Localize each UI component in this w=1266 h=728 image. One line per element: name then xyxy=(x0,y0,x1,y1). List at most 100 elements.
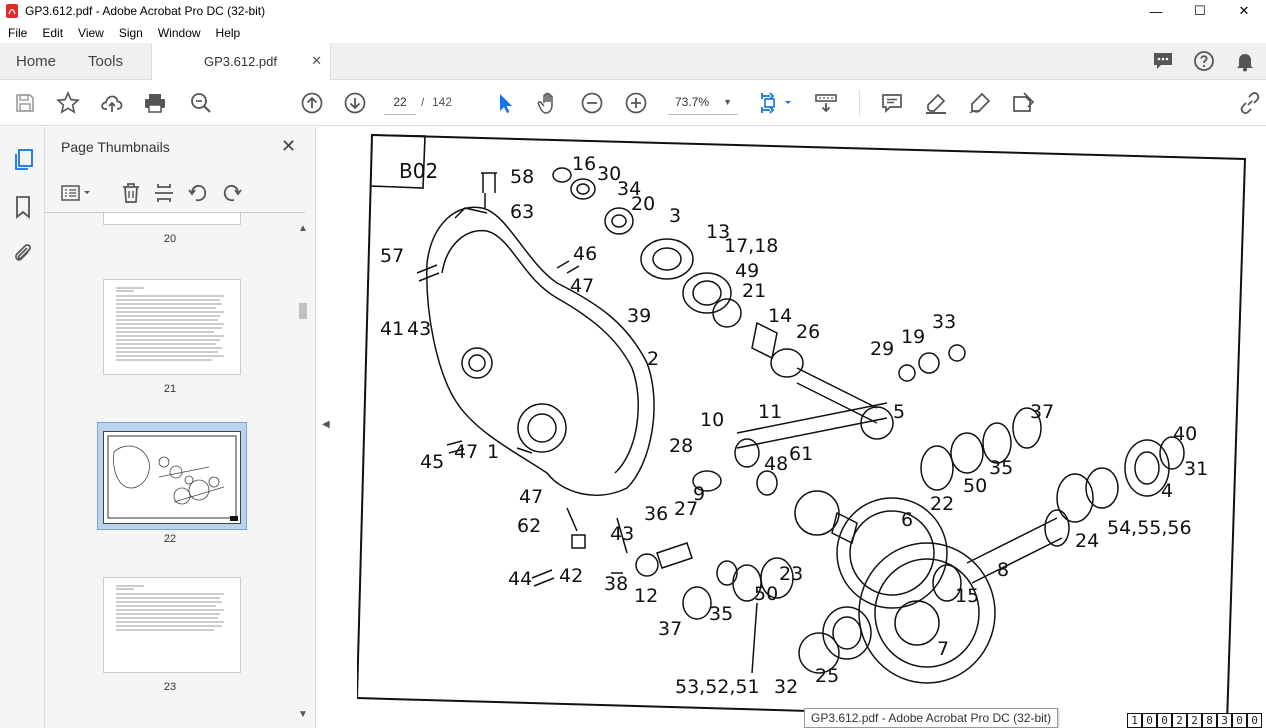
close-icon[interactable]: ✕ xyxy=(281,136,296,157)
zoom-out-icon[interactable] xyxy=(580,91,604,115)
panel-collapse-handle[interactable]: ◀ xyxy=(315,127,337,728)
highlight-icon[interactable] xyxy=(924,91,948,115)
callout-2: 2 xyxy=(647,348,660,370)
callout-62: 62 xyxy=(517,515,542,537)
callout-12: 12 xyxy=(634,585,659,607)
scroll-mode-icon[interactable] xyxy=(814,91,838,115)
upload-icon[interactable] xyxy=(100,91,124,115)
hand-icon[interactable] xyxy=(536,91,560,115)
page-number-input[interactable]: 22 xyxy=(384,90,416,115)
tab-tools[interactable]: Tools xyxy=(88,53,123,70)
callout-11: 11 xyxy=(758,401,783,423)
bell-icon[interactable] xyxy=(1234,50,1256,72)
callout-8: 8 xyxy=(997,559,1010,581)
callout-43b: 43 xyxy=(610,523,635,545)
bookmark-icon[interactable] xyxy=(10,194,36,220)
arrow-up-icon[interactable] xyxy=(300,91,324,115)
zoom-in-icon[interactable] xyxy=(624,91,648,115)
callout-28: 28 xyxy=(669,435,694,457)
star-icon[interactable] xyxy=(56,91,80,115)
save-icon[interactable] xyxy=(13,91,37,115)
print-icon[interactable] xyxy=(143,91,167,115)
pages-icon[interactable] xyxy=(10,147,36,173)
minimize-icon[interactable]: — xyxy=(1134,0,1178,22)
thumbnail-label: 22 xyxy=(163,533,177,545)
window-title: GP3.612.pdf - Adobe Acrobat Pro DC (32-b… xyxy=(25,4,266,18)
callout-41: 41 xyxy=(380,318,405,340)
callout-33: 33 xyxy=(932,311,957,333)
tab-document[interactable]: GP3.612.pdf ✕ xyxy=(151,43,331,81)
callout-31: 31 xyxy=(1184,458,1209,480)
callout-40: 40 xyxy=(1173,423,1198,445)
thumbnail-label: 23 xyxy=(163,681,177,693)
callout-24: 24 xyxy=(1075,530,1100,552)
thumbnail-scrollbar[interactable]: ▲ ▼ xyxy=(295,213,311,728)
menu-sign[interactable]: Sign xyxy=(111,26,150,40)
menu-help[interactable]: Help xyxy=(208,26,248,40)
thumbnail-page-23[interactable] xyxy=(103,577,241,673)
scroll-up-icon[interactable]: ▲ xyxy=(298,223,308,234)
pdf-app-icon xyxy=(5,4,19,18)
tab-home[interactable]: Home xyxy=(16,53,56,70)
callout-47: 47 xyxy=(570,275,595,297)
close-icon[interactable]: ✕ xyxy=(1222,0,1266,22)
comment-icon[interactable] xyxy=(880,91,904,115)
callout-5: 5 xyxy=(893,401,906,423)
scroll-down-icon[interactable]: ▼ xyxy=(298,709,308,720)
fill-sign-icon[interactable] xyxy=(1011,91,1035,115)
menu-window[interactable]: Window xyxy=(150,26,208,40)
callout-44: 44 xyxy=(508,568,533,590)
callout-54-55-56: 54,55,56 xyxy=(1107,517,1192,539)
sign-icon[interactable] xyxy=(968,91,992,115)
main-toolbar: 22 / 142 73.7% ▼ xyxy=(0,80,1266,126)
callout-39: 39 xyxy=(627,305,652,327)
delete-icon[interactable] xyxy=(120,181,142,205)
thumbnail-page-22-selected[interactable] xyxy=(97,422,247,530)
maximize-icon[interactable]: ☐ xyxy=(1178,0,1222,22)
thumbnail-list: 20 21 22 23 xyxy=(45,213,295,728)
rotate-left-icon[interactable] xyxy=(187,181,209,205)
fit-page-icon[interactable] xyxy=(758,91,794,115)
thumbnail-toolbar xyxy=(45,175,305,213)
panel-title: Page Thumbnails xyxy=(61,139,170,155)
callout-53-52-51: 53,52,51 xyxy=(675,676,760,698)
thumbnail-page-20[interactable] xyxy=(103,213,241,225)
help-icon[interactable] xyxy=(1193,50,1215,72)
options-icon[interactable] xyxy=(60,181,92,205)
menu-view[interactable]: View xyxy=(70,26,111,40)
zoom-level-select[interactable]: 73.7% ▼ xyxy=(668,90,738,115)
share-link-icon[interactable] xyxy=(1238,91,1262,115)
scrollbar-thumb[interactable] xyxy=(299,303,307,319)
thumbnail-page-21[interactable] xyxy=(103,279,241,375)
attachment-icon[interactable] xyxy=(10,240,36,266)
callout-14: 14 xyxy=(768,305,793,327)
menu-file[interactable]: File xyxy=(0,26,34,40)
drawing-label: B02 xyxy=(399,159,439,183)
callout-50b: 50 xyxy=(754,583,779,605)
callout-46: 46 xyxy=(573,243,598,265)
menu-edit[interactable]: Edit xyxy=(34,26,70,40)
document-view[interactable]: B02 58 63 16 30 34 20 3 13 17,18 49 21 5… xyxy=(337,127,1266,728)
callout-35b: 35 xyxy=(709,603,734,625)
callout-47c: 47 xyxy=(519,486,544,508)
select-cursor-icon[interactable] xyxy=(493,91,517,115)
crop-icon[interactable] xyxy=(153,181,175,205)
tab-document-label: GP3.612.pdf xyxy=(204,54,277,69)
arrow-down-icon[interactable] xyxy=(343,91,367,115)
callout-36: 36 xyxy=(644,503,669,525)
callout-32: 32 xyxy=(774,676,799,698)
callout-29: 29 xyxy=(870,338,895,360)
rotate-right-icon[interactable] xyxy=(221,181,243,205)
callout-3: 3 xyxy=(669,205,682,227)
zoom-level-value: 73.7% xyxy=(675,95,710,109)
search-zoom-icon[interactable] xyxy=(189,91,213,115)
callout-25: 25 xyxy=(815,665,840,687)
callout-7: 7 xyxy=(937,638,950,660)
callout-50: 50 xyxy=(963,475,988,497)
callout-37: 37 xyxy=(1030,401,1055,423)
callout-22: 22 xyxy=(930,493,955,515)
collapse-left-icon[interactable]: ◀ xyxy=(322,419,330,430)
comments-icon[interactable] xyxy=(1152,50,1174,72)
left-rail xyxy=(0,127,45,728)
tab-close-icon[interactable]: ✕ xyxy=(311,53,322,69)
